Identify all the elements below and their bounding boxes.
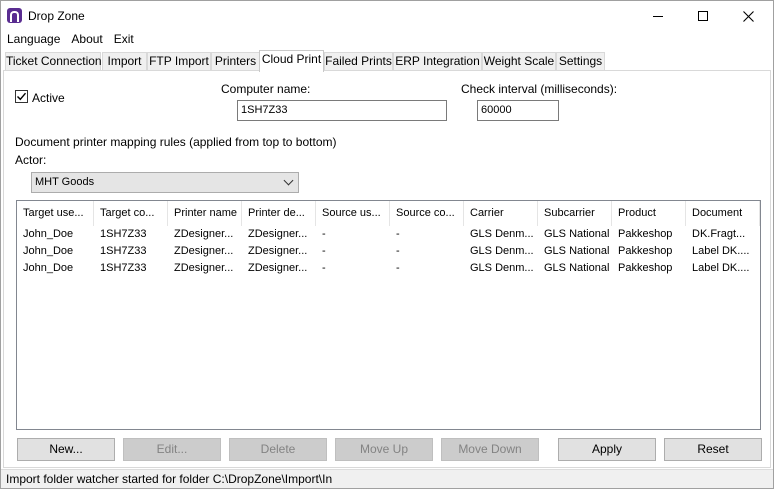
active-label[interactable]: Active bbox=[32, 91, 65, 105]
table-row[interactable]: John_Doe 1SH7Z33 ZDesigner... ZDesigner.… bbox=[17, 260, 760, 277]
minimize-button[interactable] bbox=[635, 1, 681, 31]
title-bar[interactable]: Drop Zone bbox=[1, 1, 773, 31]
table-cell: ZDesigner... bbox=[174, 245, 234, 257]
tab-printers[interactable]: Printers bbox=[211, 52, 260, 71]
column-header-subcarrier[interactable]: Subcarrier bbox=[538, 201, 612, 226]
table-cell: - bbox=[322, 228, 326, 240]
check-interval-field[interactable]: 60000 bbox=[477, 100, 559, 121]
table-cell: GLS Denm... bbox=[470, 228, 534, 240]
menu-about[interactable]: About bbox=[66, 30, 107, 48]
delete-button[interactable]: Delete bbox=[229, 438, 327, 461]
column-header-printer-description[interactable]: Printer de... bbox=[242, 201, 316, 226]
tab-strip: Ticket Connection Import FTP Import Prin… bbox=[1, 50, 773, 72]
check-interval-label: Check interval (milliseconds): bbox=[461, 82, 618, 96]
table-cell: GLS Denm... bbox=[470, 262, 534, 274]
table-cell: 1SH7Z33 bbox=[100, 245, 147, 257]
status-bar: Import folder watcher started for folder… bbox=[1, 469, 773, 488]
table-cell: - bbox=[396, 262, 400, 274]
close-icon bbox=[742, 10, 754, 22]
table-cell: ZDesigner... bbox=[248, 262, 308, 274]
table-cell: John_Doe bbox=[23, 228, 74, 240]
table-body: John_Doe 1SH7Z33 ZDesigner... ZDesigner.… bbox=[17, 226, 760, 277]
column-header-carrier[interactable]: Carrier bbox=[464, 201, 538, 226]
menu-bar: Language About Exit bbox=[1, 30, 139, 48]
table-row[interactable]: John_Doe 1SH7Z33 ZDesigner... ZDesigner.… bbox=[17, 226, 760, 243]
column-header-product[interactable]: Product bbox=[612, 201, 686, 226]
table-cell: GLS Denm... bbox=[470, 245, 534, 257]
table-cell: 1SH7Z33 bbox=[100, 262, 147, 274]
menu-exit[interactable]: Exit bbox=[109, 30, 139, 48]
table-cell: Pakkeshop bbox=[618, 228, 673, 240]
table-cell: ZDesigner... bbox=[248, 228, 308, 240]
table-cell: ZDesigner... bbox=[174, 228, 234, 240]
table-cell: 1SH7Z33 bbox=[100, 228, 147, 240]
table-cell: GLS National bbox=[544, 245, 610, 257]
column-header-document[interactable]: Document bbox=[686, 201, 760, 226]
tab-erp-integration[interactable]: ERP Integration bbox=[393, 52, 482, 71]
table-cell: - bbox=[396, 245, 400, 257]
active-checkbox[interactable] bbox=[15, 90, 28, 103]
table-cell: - bbox=[322, 245, 326, 257]
table-cell: Pakkeshop bbox=[618, 245, 673, 257]
actor-label: Actor: bbox=[15, 153, 47, 167]
column-header-target-user[interactable]: Target use... bbox=[17, 201, 94, 226]
table-cell: - bbox=[396, 228, 400, 240]
tab-import[interactable]: Import bbox=[102, 52, 147, 71]
new-button[interactable]: New... bbox=[17, 438, 115, 461]
tab-weight-scale[interactable]: Weight Scale bbox=[482, 52, 556, 71]
move-up-button[interactable]: Move Up bbox=[335, 438, 433, 461]
table-cell: DK.Fragt... bbox=[692, 228, 746, 240]
tab-cloud-print[interactable]: Cloud Print bbox=[259, 50, 324, 72]
table-cell: ZDesigner... bbox=[248, 245, 308, 257]
table-cell: John_Doe bbox=[23, 262, 74, 274]
dropzone-logo-icon bbox=[7, 8, 22, 23]
table-cell: GLS National bbox=[544, 262, 610, 274]
table-cell: Label DK.... bbox=[692, 245, 750, 257]
table-header: Target use... Target co... Printer name … bbox=[17, 201, 760, 226]
tab-ticket-connection[interactable]: Ticket Connection bbox=[5, 52, 102, 71]
actor-dropdown[interactable]: MHT Goods bbox=[31, 172, 299, 193]
mapping-rules-table[interactable]: Target use... Target co... Printer name … bbox=[16, 200, 761, 430]
computer-name-label: Computer name: bbox=[221, 82, 311, 96]
table-cell: GLS National bbox=[544, 228, 610, 240]
table-cell: Pakkeshop bbox=[618, 262, 673, 274]
edit-button[interactable]: Edit... bbox=[123, 438, 221, 461]
checkmark-icon bbox=[17, 92, 27, 101]
table-row[interactable]: John_Doe 1SH7Z33 ZDesigner... ZDesigner.… bbox=[17, 243, 760, 260]
column-header-source-computer[interactable]: Source co... bbox=[390, 201, 464, 226]
column-header-source-user[interactable]: Source us... bbox=[316, 201, 390, 226]
maximize-button[interactable] bbox=[680, 1, 726, 31]
table-cell: - bbox=[322, 262, 326, 274]
apply-button[interactable]: Apply bbox=[558, 438, 656, 461]
mapping-rules-label: Document printer mapping rules (applied … bbox=[15, 135, 337, 149]
tab-settings[interactable]: Settings bbox=[556, 52, 605, 71]
menu-language[interactable]: Language bbox=[2, 30, 65, 48]
move-down-button[interactable]: Move Down bbox=[441, 438, 539, 461]
minimize-icon bbox=[653, 15, 663, 17]
chevron-down-icon bbox=[283, 175, 294, 186]
tab-ftp-import[interactable]: FTP Import bbox=[147, 52, 211, 71]
app-window: Drop Zone Language About Exit Ticket Con… bbox=[0, 0, 774, 489]
close-button[interactable] bbox=[725, 1, 771, 31]
table-cell: ZDesigner... bbox=[174, 262, 234, 274]
table-cell: John_Doe bbox=[23, 245, 74, 257]
actor-dropdown-value: MHT Goods bbox=[35, 176, 95, 188]
table-cell: Label DK.... bbox=[692, 262, 750, 274]
reset-button[interactable]: Reset bbox=[664, 438, 762, 461]
tab-failed-prints[interactable]: Failed Prints bbox=[324, 52, 393, 71]
computer-name-field[interactable]: 1SH7Z33 bbox=[237, 100, 447, 121]
column-header-target-computer[interactable]: Target co... bbox=[94, 201, 168, 226]
window-title: Drop Zone bbox=[28, 9, 85, 23]
column-header-printer-name[interactable]: Printer name bbox=[168, 201, 242, 226]
maximize-icon bbox=[698, 11, 708, 21]
